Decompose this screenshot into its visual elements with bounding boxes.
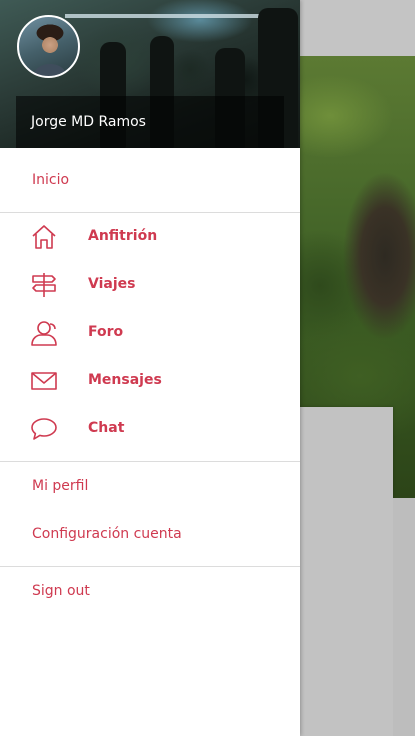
- chat-bubble-icon: [30, 416, 58, 442]
- divider: [0, 566, 300, 567]
- menu-item-mi-perfil[interactable]: Mi perfil: [32, 478, 88, 494]
- divider: [0, 461, 300, 462]
- avatar[interactable]: [17, 15, 80, 78]
- menu-item-label: Mensajes: [88, 372, 162, 388]
- menu-item-viajes[interactable]: Viajes: [0, 261, 300, 309]
- menu-item-configuracion-cuenta[interactable]: Configuración cuenta: [32, 526, 182, 542]
- menu-item-foro[interactable]: Foro: [0, 309, 300, 357]
- header-photo-stage-light: [65, 14, 280, 18]
- menu-item-label: Viajes: [88, 276, 136, 292]
- background-strip: [393, 498, 415, 736]
- menu-item-label: Chat: [88, 420, 125, 436]
- menu-item-anfitrion[interactable]: Anfitrión: [0, 213, 300, 261]
- drawer-header: Jorge MD Ramos: [0, 0, 300, 148]
- menu-item-label: Foro: [88, 324, 124, 340]
- menu-item-mensajes[interactable]: Mensajes: [0, 357, 300, 405]
- users-icon: [30, 320, 58, 346]
- menu-item-chat[interactable]: Chat: [0, 405, 300, 453]
- envelope-icon: [30, 368, 58, 394]
- signpost-icon: [30, 272, 58, 298]
- menu-item-label: Anfitrión: [88, 228, 158, 244]
- navigation-drawer: Jorge MD Ramos Inicio Anfitrión Viajes F…: [0, 0, 300, 736]
- menu-item-inicio[interactable]: Inicio: [32, 172, 69, 188]
- sign-out-link[interactable]: Sign out: [32, 583, 90, 599]
- home-icon: [30, 224, 58, 250]
- user-name: Jorge MD Ramos: [31, 114, 146, 130]
